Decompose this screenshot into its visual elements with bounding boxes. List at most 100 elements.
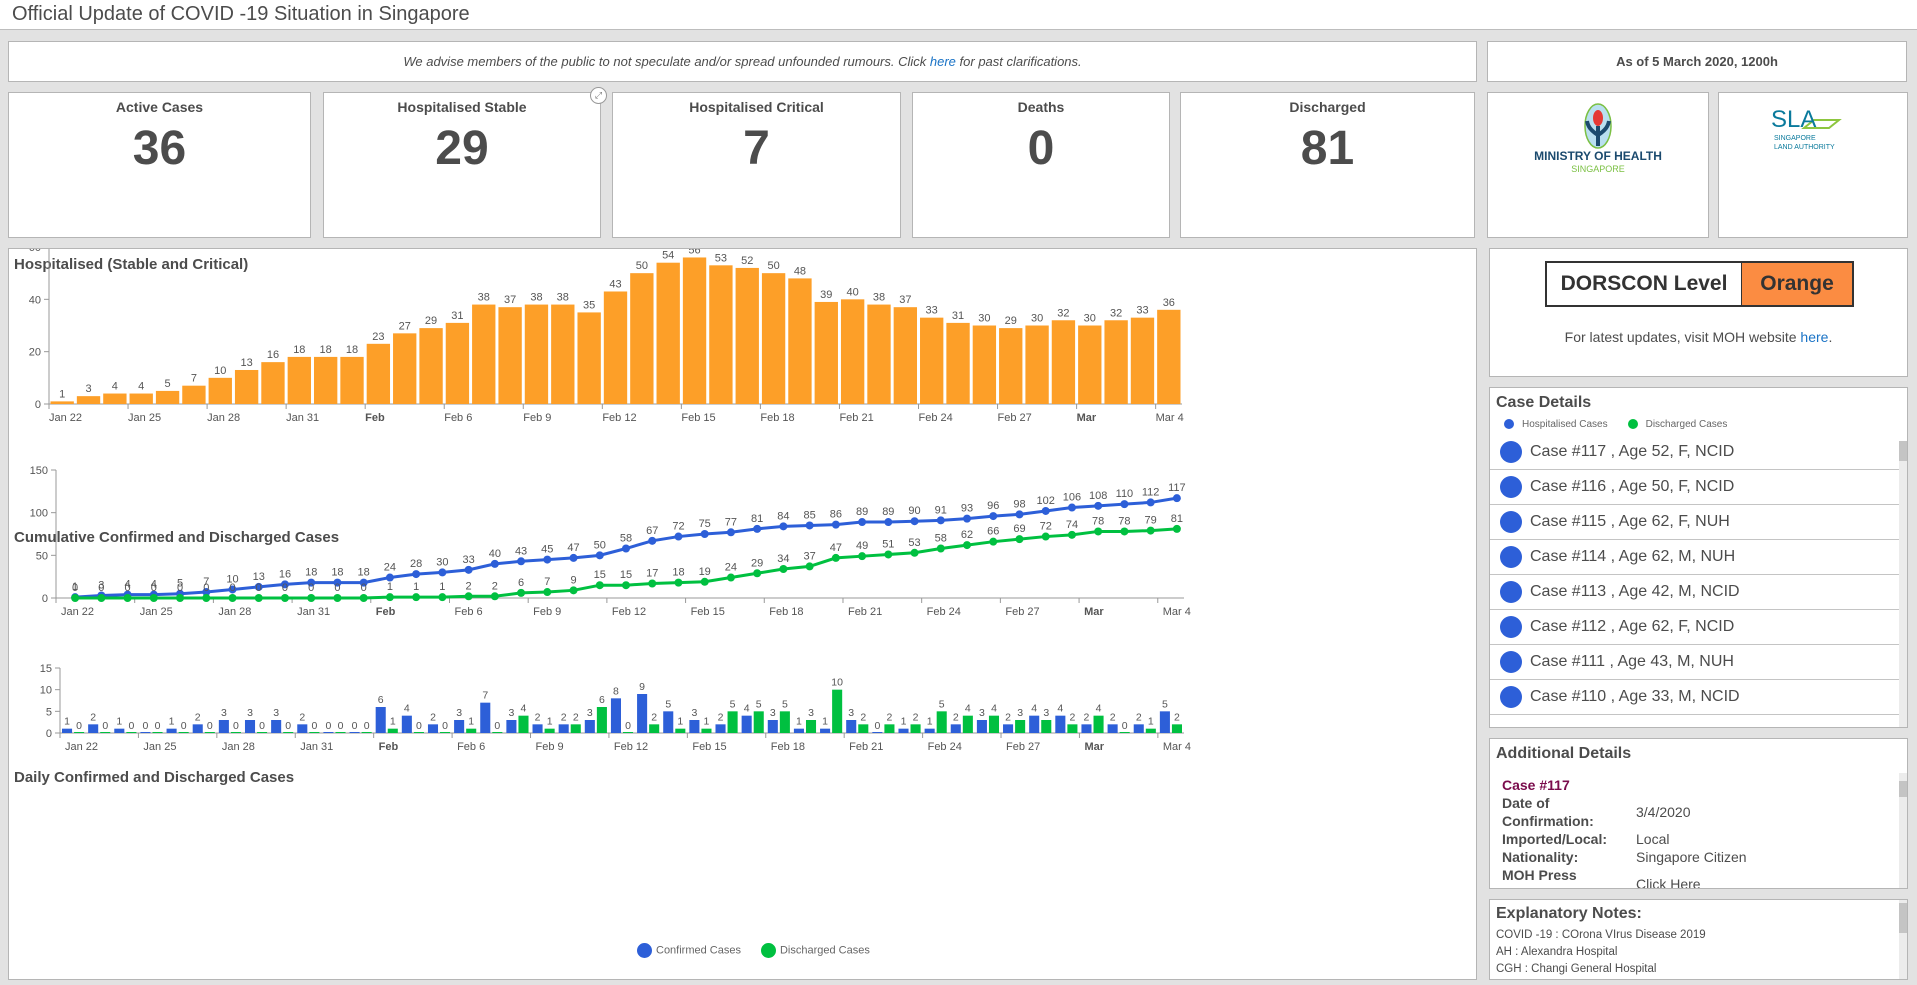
legend-item-hospitalised: Hospitalised Cases: [1504, 419, 1608, 430]
hosp-bar: [208, 377, 232, 404]
hosp-bar-label: 54: [662, 250, 674, 262]
daily-bar-label: 7: [482, 690, 488, 702]
hosp-bar-label: 13: [240, 357, 252, 369]
daily-bar-label: 2: [573, 711, 579, 723]
case-label: Case #114 , Age 62, M, NUH: [1530, 548, 1736, 565]
legend-item-discharged[interactable]: Discharged Cases: [760, 943, 870, 958]
legend-label: Confirmed Cases: [656, 944, 741, 957]
daily-bar-label: 5: [782, 698, 788, 710]
cum-point-discharged: [307, 594, 316, 602]
cum-point-discharged: [648, 579, 657, 588]
daily-bar-confirmed: [793, 728, 804, 733]
cum-x-tick-label: Feb 27: [1005, 606, 1039, 618]
daily-bar-confirmed: [1029, 715, 1040, 733]
hosp-x-tick-label: Jan 28: [207, 412, 240, 424]
legend-label: Discharged Cases: [1645, 419, 1728, 430]
case-list-item[interactable]: Case #116 , Age 50, F, NCID: [1490, 470, 1901, 505]
cum-point-label: 9: [570, 574, 576, 586]
daily-x-tick-label: Jan 28: [222, 741, 255, 753]
note-item: CGH : Changi General Hospital: [1496, 963, 1657, 975]
hosp-bar-label: 50: [636, 260, 648, 272]
daily-bar-label: 2: [1005, 711, 1011, 723]
hosp-bar: [340, 356, 364, 404]
dorscon-indicator: DORSCON Level Orange: [1545, 261, 1854, 307]
cum-point-discharged: [622, 581, 630, 590]
daily-bar-label: 1: [390, 716, 396, 728]
daily-bar-confirmed: [140, 732, 151, 733]
stat-card-deaths: Deaths 0: [912, 92, 1170, 238]
cum-point-discharged: [700, 577, 709, 586]
daily-bar-label: 0: [207, 720, 213, 732]
case-list-scrollbar[interactable]: [1899, 441, 1907, 727]
scrollbar-thumb[interactable]: [1899, 781, 1907, 797]
cum-point-label: 0: [229, 582, 235, 594]
daily-bar-label: 3: [508, 707, 514, 719]
moh-website-link[interactable]: here: [1800, 329, 1828, 345]
case-list-item[interactable]: Case #111 , Age 43, M, NUH: [1490, 645, 1901, 680]
case-list-item[interactable]: Case #114 , Age 62, M, NUH: [1490, 540, 1901, 575]
scrollbar-thumb[interactable]: [1899, 441, 1907, 461]
cum-point-label: 24: [725, 562, 737, 574]
detail-value: 3/4/2020: [1636, 804, 1691, 820]
detail-value: Local: [1636, 831, 1670, 847]
daily-bar-confirmed: [689, 720, 700, 733]
daily-bar-discharged: [440, 732, 451, 733]
hosp-bar: [814, 301, 838, 404]
cum-point-discharged: [517, 588, 526, 597]
daily-bar-label: 0: [442, 720, 448, 732]
case-label: Case #115 , Age 62, F, NUH: [1530, 513, 1730, 530]
notes-scrollbar[interactable]: [1899, 900, 1907, 979]
cum-point-label: 18: [672, 567, 684, 579]
scrollbar-thumb[interactable]: [1899, 903, 1907, 933]
hosp-bar: [103, 393, 127, 404]
hosp-bar: [1025, 325, 1049, 404]
cum-point-confirmed: [936, 516, 945, 525]
explanatory-notes-title: Explanatory Notes:: [1496, 905, 1642, 922]
stat-card-hospitalised-stable: Hospitalised Stable 29: [323, 92, 601, 238]
daily-bar-label: 0: [364, 720, 370, 732]
cum-point-label: 79: [1145, 515, 1157, 527]
cum-point-confirmed: [884, 518, 893, 527]
hosp-x-tick-label: Mar: [1077, 412, 1097, 424]
cum-point-label: 18: [358, 567, 370, 579]
cum-point-label: 0: [98, 582, 104, 594]
cum-point-label: 102: [1037, 495, 1055, 507]
cum-point-label: 2: [492, 580, 498, 592]
daily-bar-label: 2: [651, 711, 657, 723]
cum-point-label: 0: [334, 582, 340, 594]
daily-bar-discharged: [413, 732, 424, 733]
additional-details-scrollbar[interactable]: [1899, 773, 1907, 888]
hosp-y-tick-label: 0: [35, 399, 41, 411]
moh-logo: MINISTRY OF HEALTH SINGAPORE: [1534, 103, 1662, 174]
cum-point-label: 7: [544, 576, 550, 588]
case-list-item[interactable]: Case #117 , Age 52, F, NCID: [1490, 435, 1901, 470]
banner-text-end: for past clarifications.: [955, 54, 1082, 69]
cum-point-discharged: [1067, 530, 1076, 539]
moh-logo-panel: MINISTRY OF HEALTH SINGAPORE: [1487, 92, 1709, 238]
case-list-item[interactable]: Case #115 , Age 62, F, NUH: [1490, 505, 1901, 540]
cum-point-label: 0: [125, 582, 131, 594]
daily-bar-discharged: [126, 732, 137, 733]
hosp-bar: [129, 393, 153, 404]
daily-bar-label: 2: [718, 711, 724, 723]
case-list-item[interactable]: Case #112 , Age 62, F, NCID: [1490, 610, 1901, 645]
press-release-link[interactable]: Click Here: [1636, 875, 1701, 888]
daily-x-tick-label: Feb 9: [536, 741, 564, 753]
hosp-y-tick-label: 40: [29, 294, 41, 306]
expand-icon[interactable]: ⤢: [590, 87, 607, 104]
cum-point-label: 89: [856, 506, 868, 518]
cum-point-label: 86: [830, 509, 842, 521]
moh-logo-subtext: SINGAPORE: [1571, 164, 1625, 174]
case-list-item[interactable]: Case #110 , Age 33, M, NCID: [1490, 680, 1901, 715]
cum-point-label: 81: [751, 513, 763, 525]
hosp-x-tick-label: Feb: [365, 412, 385, 424]
daily-bar-confirmed: [271, 720, 282, 733]
past-clarifications-link[interactable]: here: [930, 54, 956, 69]
detail-value: Singapore Citizen: [1636, 849, 1747, 865]
legend-item-confirmed[interactable]: Confirmed Cases: [637, 943, 741, 958]
case-list-item[interactable]: Case #113 , Age 42, M, NCID: [1490, 575, 1901, 610]
daily-bar-discharged: [675, 728, 686, 733]
hosp-x-tick-label: Feb 15: [681, 412, 715, 424]
cum-point-discharged: [149, 594, 158, 602]
stat-label: Hospitalised Stable: [397, 99, 527, 115]
